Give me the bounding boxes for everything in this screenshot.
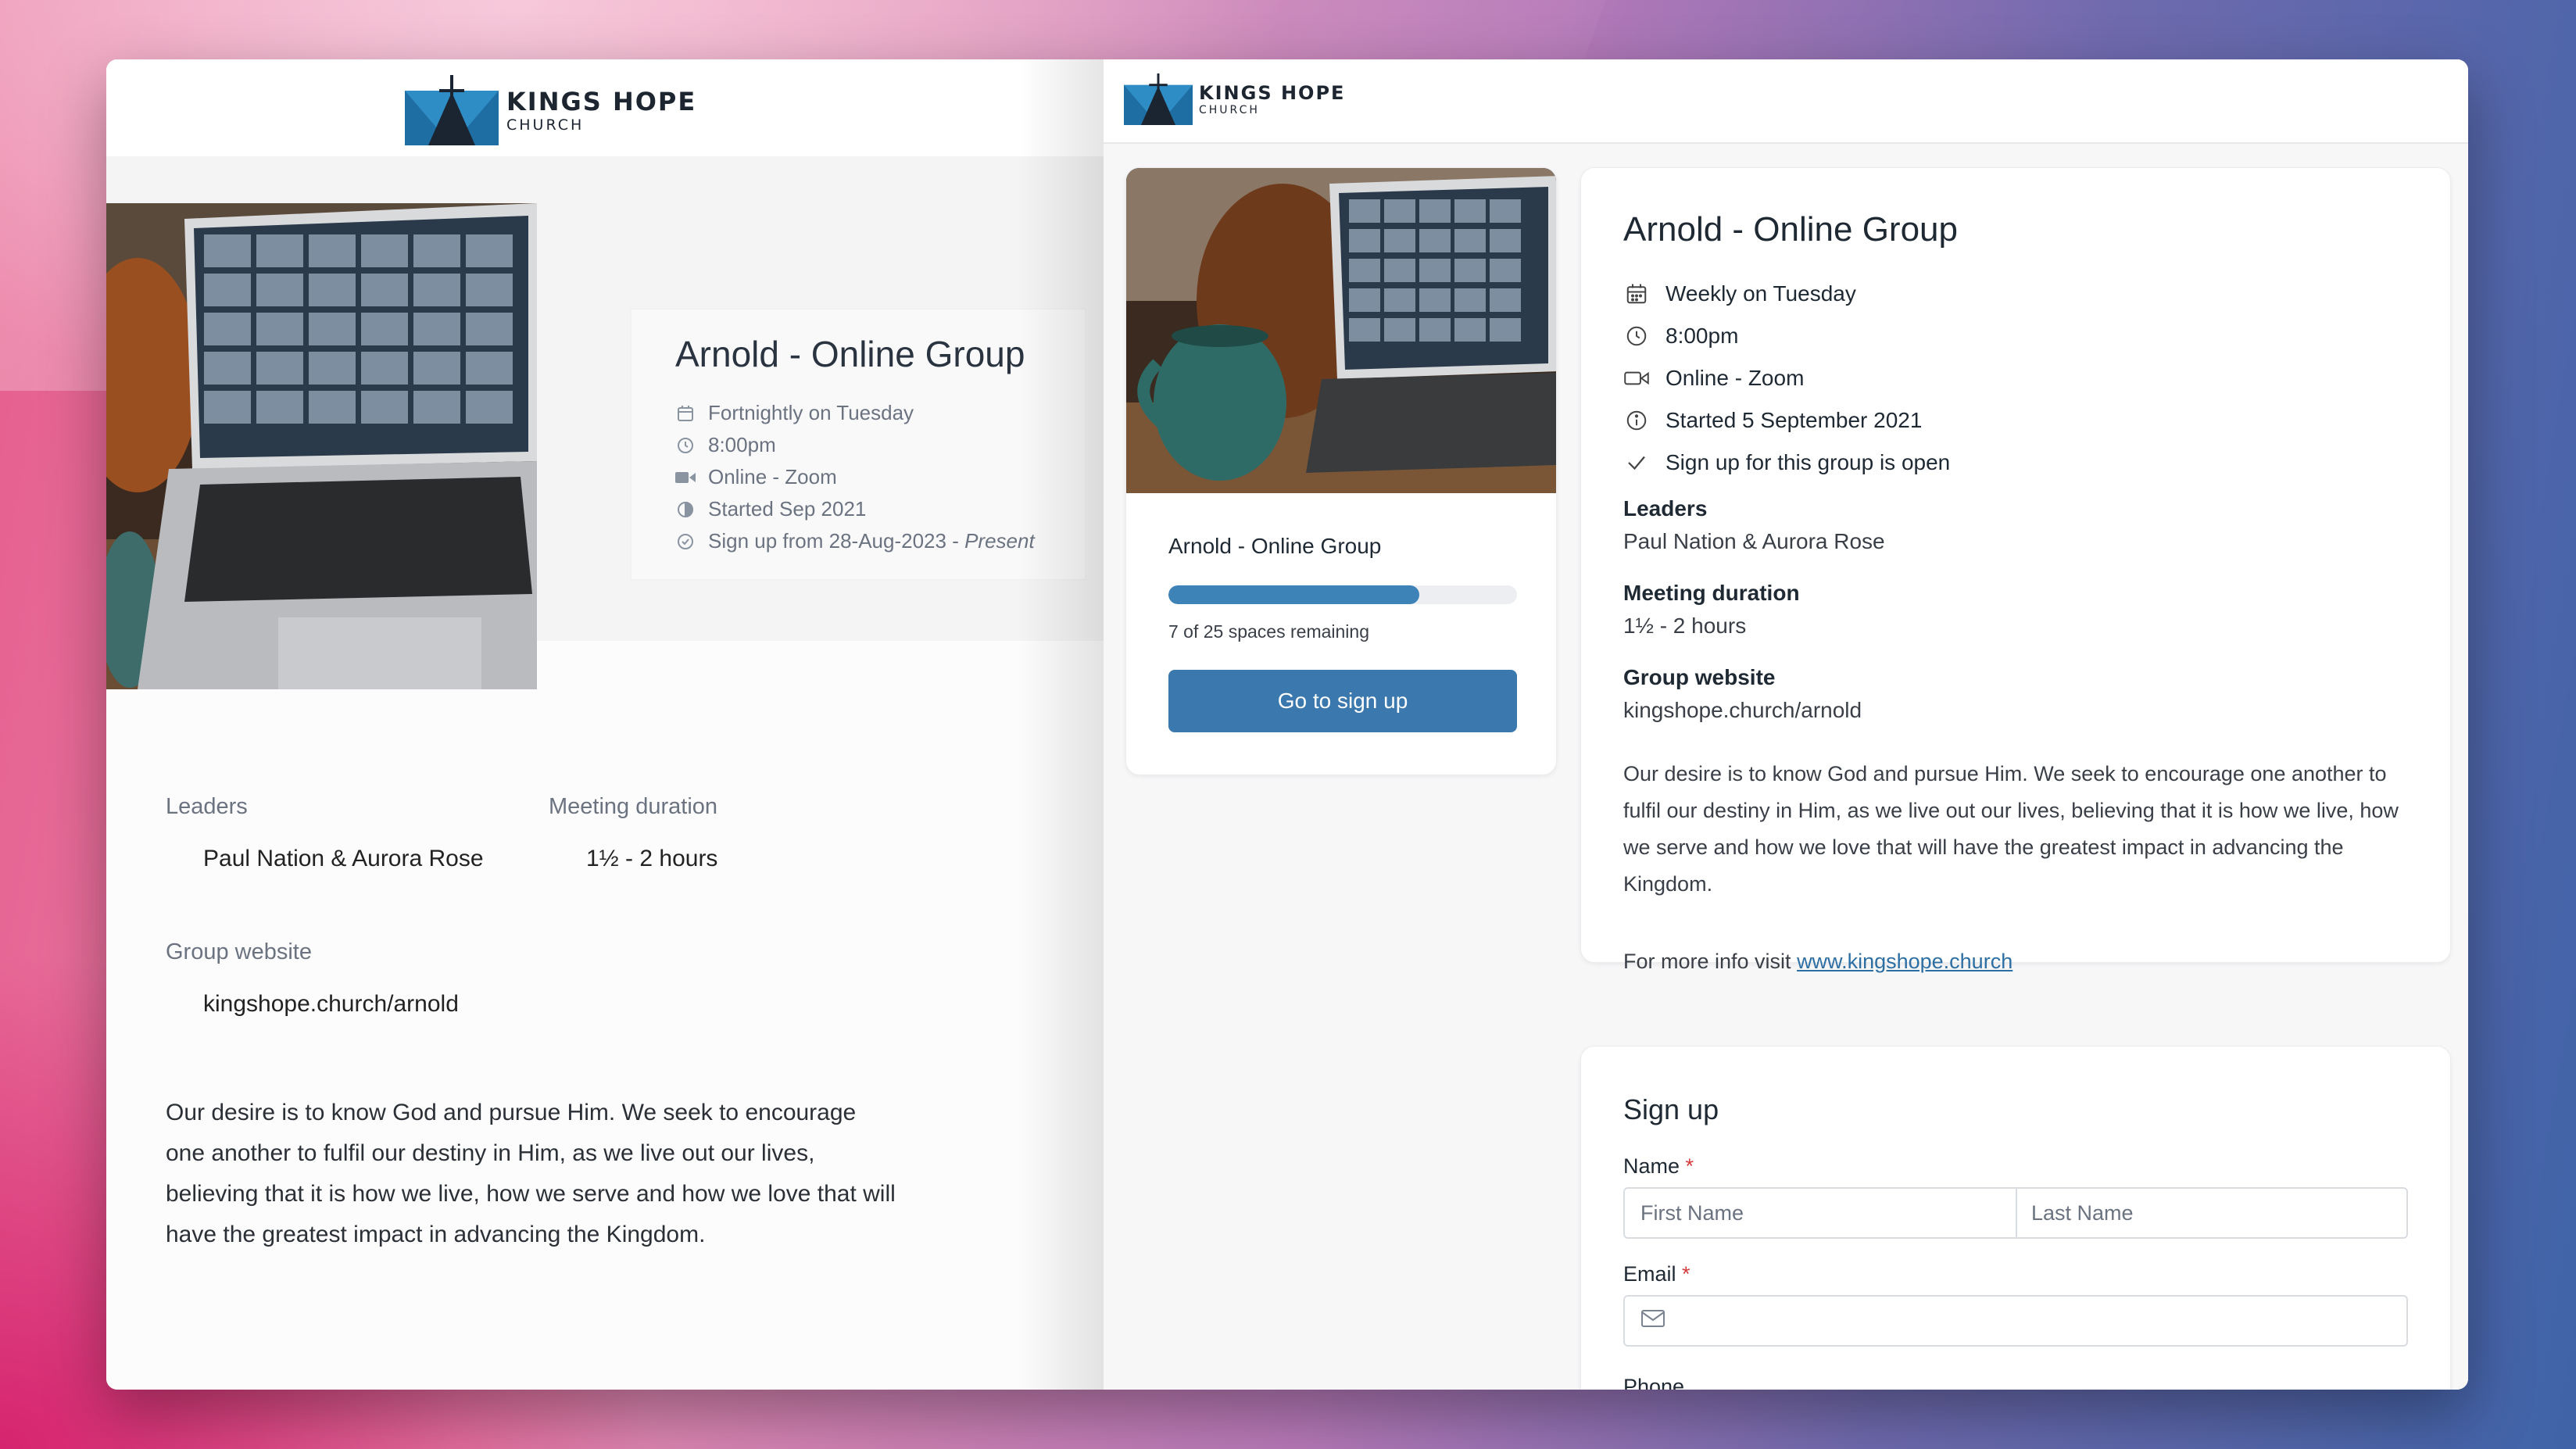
old-header: KINGS HOPE CHURCH [106, 59, 1104, 158]
old-meta-text: Online - Zoom [708, 465, 837, 488]
group-details-card: Arnold - Online Group Weekly on Tuesday … [1580, 167, 2451, 973]
old-logo[interactable]: KINGS HOPE CHURCH [405, 75, 696, 145]
more-info-line: For more info visit www.kingshope.church [1623, 950, 2012, 974]
website-link[interactable]: www.kingshope.church [1797, 950, 2012, 973]
website-label: Group website [1623, 665, 1776, 689]
old-meta-text: 8:00pm [708, 433, 776, 456]
check-icon [1623, 449, 1650, 476]
meta-started: Started 5 September 2021 [1623, 399, 1950, 442]
clock-icon [675, 435, 696, 456]
old-description: Our desire is to know God and pursue Him… [166, 1100, 896, 1247]
first-name-input[interactable]: First Name [1625, 1201, 2016, 1225]
start-icon [675, 499, 696, 520]
duration-value: 1½ - 2 hours [1623, 614, 1747, 638]
meta-text: Sign up for this group is open [1665, 450, 1951, 474]
last-name-input[interactable]: Last Name [2016, 1201, 2134, 1225]
meta-location: Online - Zoom [1623, 357, 1950, 399]
clock-icon [1623, 323, 1650, 349]
email-label-text: Email [1623, 1262, 1676, 1286]
old-meta-text: Sign up from 28-Aug-2023 - [708, 529, 965, 553]
go-to-signup-button[interactable]: Go to sign up [1168, 670, 1517, 732]
website-section: Group website kingshope.church/arnold [1623, 665, 1862, 723]
old-meta-text: Fortnightly on Tuesday [708, 401, 914, 424]
group-summary-card: Arnold - Online Group 7 of 25 spaces rem… [1125, 167, 1557, 775]
phone-label: Phone [1623, 1375, 1685, 1390]
old-leaders-label: Leaders [166, 794, 248, 819]
more-info-prefix: For more info visit [1623, 950, 1798, 973]
page-divider-shadow [1018, 59, 1104, 1390]
duration-label: Meeting duration [1623, 581, 1800, 605]
browser-window: KINGS HOPE CHURCH Arnold - Online Group … [106, 59, 2468, 1390]
meta-text: Started 5 September 2021 [1665, 408, 1923, 432]
church-logo-icon [405, 75, 499, 145]
duration-section: Meeting duration 1½ - 2 hours [1623, 581, 1800, 639]
summary-group-title: Arnold - Online Group [1168, 534, 1382, 558]
signup-title: Sign up [1623, 1093, 1719, 1125]
details-meta-list: Weekly on Tuesday 8:00pm Online - Zoom S… [1623, 273, 1950, 484]
calendar-icon [1623, 281, 1650, 307]
old-info-card: Arnold - Online Group Fortnightly on Tue… [631, 309, 1085, 579]
old-meta-frequency: Fortnightly on Tuesday [675, 397, 1035, 429]
details-group-title: Arnold - Online Group [1623, 210, 1958, 249]
website-value[interactable]: kingshope.church/arnold [1623, 698, 1862, 723]
mail-icon [1625, 1309, 1665, 1333]
old-website-label: Group website [166, 939, 312, 964]
old-meta-time: 8:00pm [675, 429, 1035, 461]
meta-text: 8:00pm [1665, 324, 1739, 348]
new-group-page: KINGS HOPE CHURCH Arnold - Online Group … [1104, 59, 2468, 1390]
meta-text: Online - Zoom [1665, 366, 1805, 390]
group-description: Our desire is to know God and pursue Him… [1623, 762, 2399, 896]
leaders-section: Leaders Paul Nation & Aurora Rose [1623, 496, 1885, 554]
meta-frequency: Weekly on Tuesday [1623, 273, 1950, 315]
signup-card: Sign up Name * First Name Last Name Emai… [1580, 1046, 2451, 1390]
leaders-value: Paul Nation & Aurora Rose [1623, 529, 1885, 553]
logo-line1: KINGS HOPE [1199, 82, 1346, 104]
meta-time: 8:00pm [1623, 315, 1950, 357]
logo-line2: CHURCH [1199, 104, 1260, 116]
church-logo-icon [1124, 73, 1193, 125]
calendar-icon [675, 403, 696, 424]
old-leaders-value: Paul Nation & Aurora Rose [203, 846, 484, 871]
name-label-text: Name [1623, 1154, 1680, 1178]
required-mark: * [1685, 1154, 1694, 1178]
old-website-value[interactable]: kingshope.church/arnold [203, 991, 459, 1018]
spaces-remaining-text: 7 of 25 spaces remaining [1168, 621, 1369, 642]
name-split [2016, 1189, 2017, 1237]
required-mark: * [1682, 1262, 1690, 1286]
old-duration-label: Meeting duration [549, 794, 718, 819]
old-duration-value: 1½ - 2 hours [586, 846, 718, 871]
logo-line2: CHURCH [506, 116, 585, 134]
group-photo [1126, 168, 1556, 493]
email-label: Email * [1623, 1262, 1690, 1286]
old-group-title: Arnold - Online Group [675, 334, 1025, 374]
new-header: KINGS HOPE CHURCH [1104, 59, 2468, 144]
old-meta-list: Fortnightly on Tuesday 8:00pm Online - Z… [675, 397, 1035, 557]
group-photo [106, 203, 537, 689]
old-meta-started: Started Sep 2021 [675, 493, 1035, 525]
name-input-group: First Name Last Name [1623, 1187, 2408, 1239]
old-meta-signup: Sign up from 28-Aug-2023 - Present [675, 525, 1035, 557]
video-icon [1623, 365, 1650, 392]
old-meta-location: Online - Zoom [675, 461, 1035, 493]
name-label: Name * [1623, 1154, 1694, 1179]
meta-signup-status: Sign up for this group is open [1623, 442, 1950, 484]
video-icon [675, 467, 696, 488]
leaders-label: Leaders [1623, 496, 1708, 521]
old-meta-text: Started Sep 2021 [708, 497, 867, 521]
logo-line1: KINGS HOPE [506, 87, 697, 116]
spaces-progress-bar [1168, 585, 1517, 604]
info-icon [1623, 407, 1650, 434]
check-circle-icon [675, 531, 696, 552]
old-group-page: KINGS HOPE CHURCH Arnold - Online Group … [106, 59, 1104, 1390]
progress-fill [1168, 585, 1420, 604]
email-input[interactable] [1623, 1295, 2408, 1347]
new-logo[interactable]: KINGS HOPE CHURCH [1124, 73, 1345, 125]
meta-text: Weekly on Tuesday [1665, 281, 1856, 306]
